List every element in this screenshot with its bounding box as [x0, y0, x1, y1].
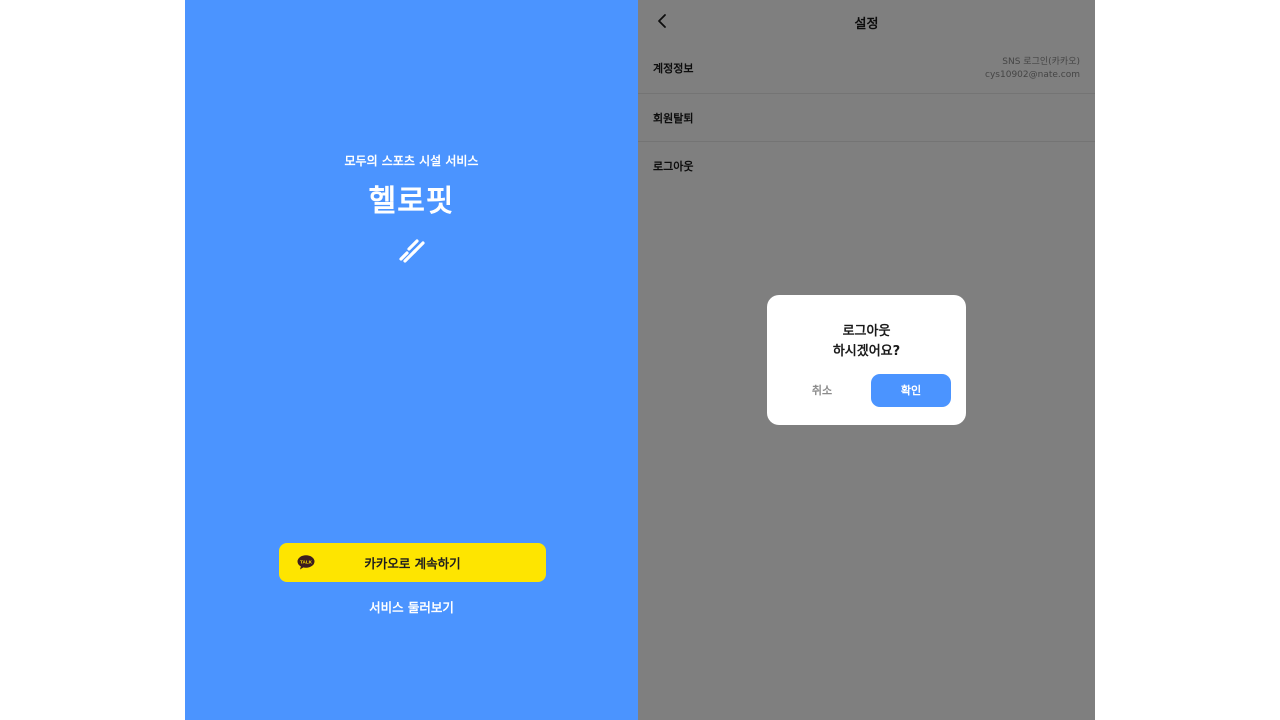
kakao-button-label: 카카오로 계속하기 — [364, 556, 461, 571]
kakao-icon-text: TALK — [300, 560, 313, 565]
confirm-button[interactable]: 확인 — [871, 374, 951, 407]
settings-screen: 설정 계정정보 SNS 로그인(카카오) cys10902@nate.com 회… — [638, 0, 1095, 720]
kakao-login-button[interactable]: TALK 카카오로 계속하기 — [279, 543, 546, 582]
logo-mark-icon — [399, 239, 425, 263]
app-title: 헬로핏 — [368, 184, 455, 219]
kakao-talk-icon: TALK — [297, 555, 315, 570]
dialog-message-line-1: 로그아웃 — [842, 324, 891, 339]
login-screen: 모두의 스포츠 시설 서비스 헬로핏 TALK 카카오로 계속하기 서비스 둘러… — [185, 0, 638, 720]
logout-confirm-dialog: 로그아웃 하시겠어요? 취소 확인 — [767, 295, 966, 425]
cancel-button[interactable]: 취소 — [789, 374, 855, 407]
browse-service-link[interactable]: 서비스 둘러보기 — [185, 597, 638, 616]
tagline: 모두의 스포츠 시설 서비스 — [344, 154, 479, 168]
dialog-message-line-2: 하시겠어요? — [832, 344, 901, 359]
